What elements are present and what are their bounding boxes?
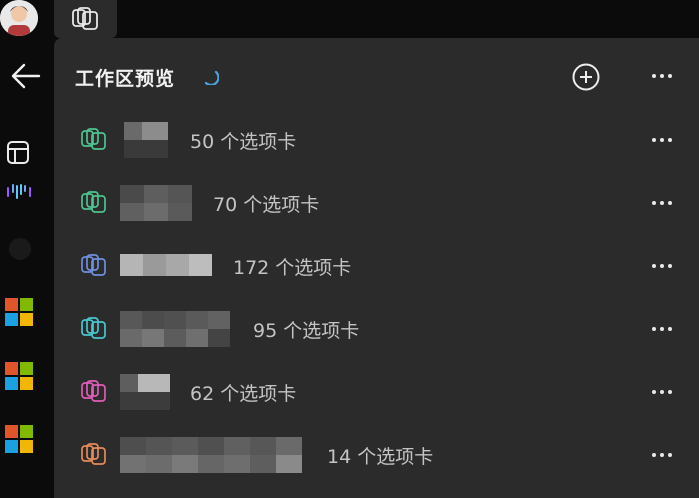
- workspace-name-redacted: [120, 374, 170, 410]
- plus-circle-icon[interactable]: [571, 62, 601, 92]
- workspaces-icon: [72, 7, 98, 30]
- workspaces-icon: [81, 380, 106, 402]
- workspace-name-redacted: [120, 185, 192, 221]
- tab-count: 62 个选项卡: [190, 383, 297, 405]
- workspace-item[interactable]: 62 个选项卡: [54, 360, 699, 423]
- microsoft-icon[interactable]: [5, 298, 33, 326]
- microsoft-icon[interactable]: [5, 362, 33, 390]
- workspaces-icon: [81, 191, 106, 213]
- workspaces-panel: 工作区预览 50 个选项卡 70 个选项卡 172 个选项卡 95 个选项卡 6…: [54, 38, 699, 498]
- tab-count: 95 个选项卡: [253, 320, 360, 342]
- workspace-name-redacted: [124, 122, 168, 158]
- github-icon[interactable]: [7, 236, 33, 262]
- workspaces-icon: [81, 128, 106, 150]
- more-horizontal-icon[interactable]: [650, 317, 674, 341]
- arrow-left-icon[interactable]: [10, 60, 42, 92]
- panel-title: 工作区预览: [75, 68, 176, 90]
- tab-count: 172 个选项卡: [233, 257, 352, 279]
- workspace-item[interactable]: 95 个选项卡: [54, 297, 699, 360]
- tab-count: 70 个选项卡: [213, 194, 320, 216]
- loading-spinner-icon: [204, 70, 219, 85]
- more-horizontal-icon[interactable]: [650, 64, 674, 88]
- left-rail: [0, 0, 54, 484]
- workspace-item[interactable]: 172 个选项卡: [54, 234, 699, 297]
- workspace-name-redacted: [120, 311, 230, 347]
- workspaces-button[interactable]: [54, 0, 117, 38]
- workspace-name-redacted: [120, 254, 212, 276]
- workspace-item[interactable]: 50 个选项卡: [54, 108, 699, 171]
- more-horizontal-icon[interactable]: [650, 254, 674, 278]
- workspace-item[interactable]: 14 个选项卡: [54, 423, 699, 486]
- tab-icon[interactable]: [6, 140, 32, 166]
- workspaces-icon: [81, 317, 106, 339]
- avatar[interactable]: [0, 0, 38, 36]
- workspace-item[interactable]: 70 个选项卡: [54, 171, 699, 234]
- tab-count: 14 个选项卡: [327, 446, 434, 468]
- more-horizontal-icon[interactable]: [650, 191, 674, 215]
- workspaces-icon: [81, 254, 106, 276]
- tab-count: 50 个选项卡: [190, 131, 297, 153]
- more-horizontal-icon[interactable]: [650, 380, 674, 404]
- workspaces-icon: [81, 443, 106, 465]
- audio-wave-icon[interactable]: [5, 182, 35, 202]
- more-horizontal-icon[interactable]: [650, 128, 674, 152]
- microsoft-icon[interactable]: [5, 425, 33, 453]
- workspace-name-redacted: [120, 437, 302, 473]
- more-horizontal-icon[interactable]: [650, 443, 674, 467]
